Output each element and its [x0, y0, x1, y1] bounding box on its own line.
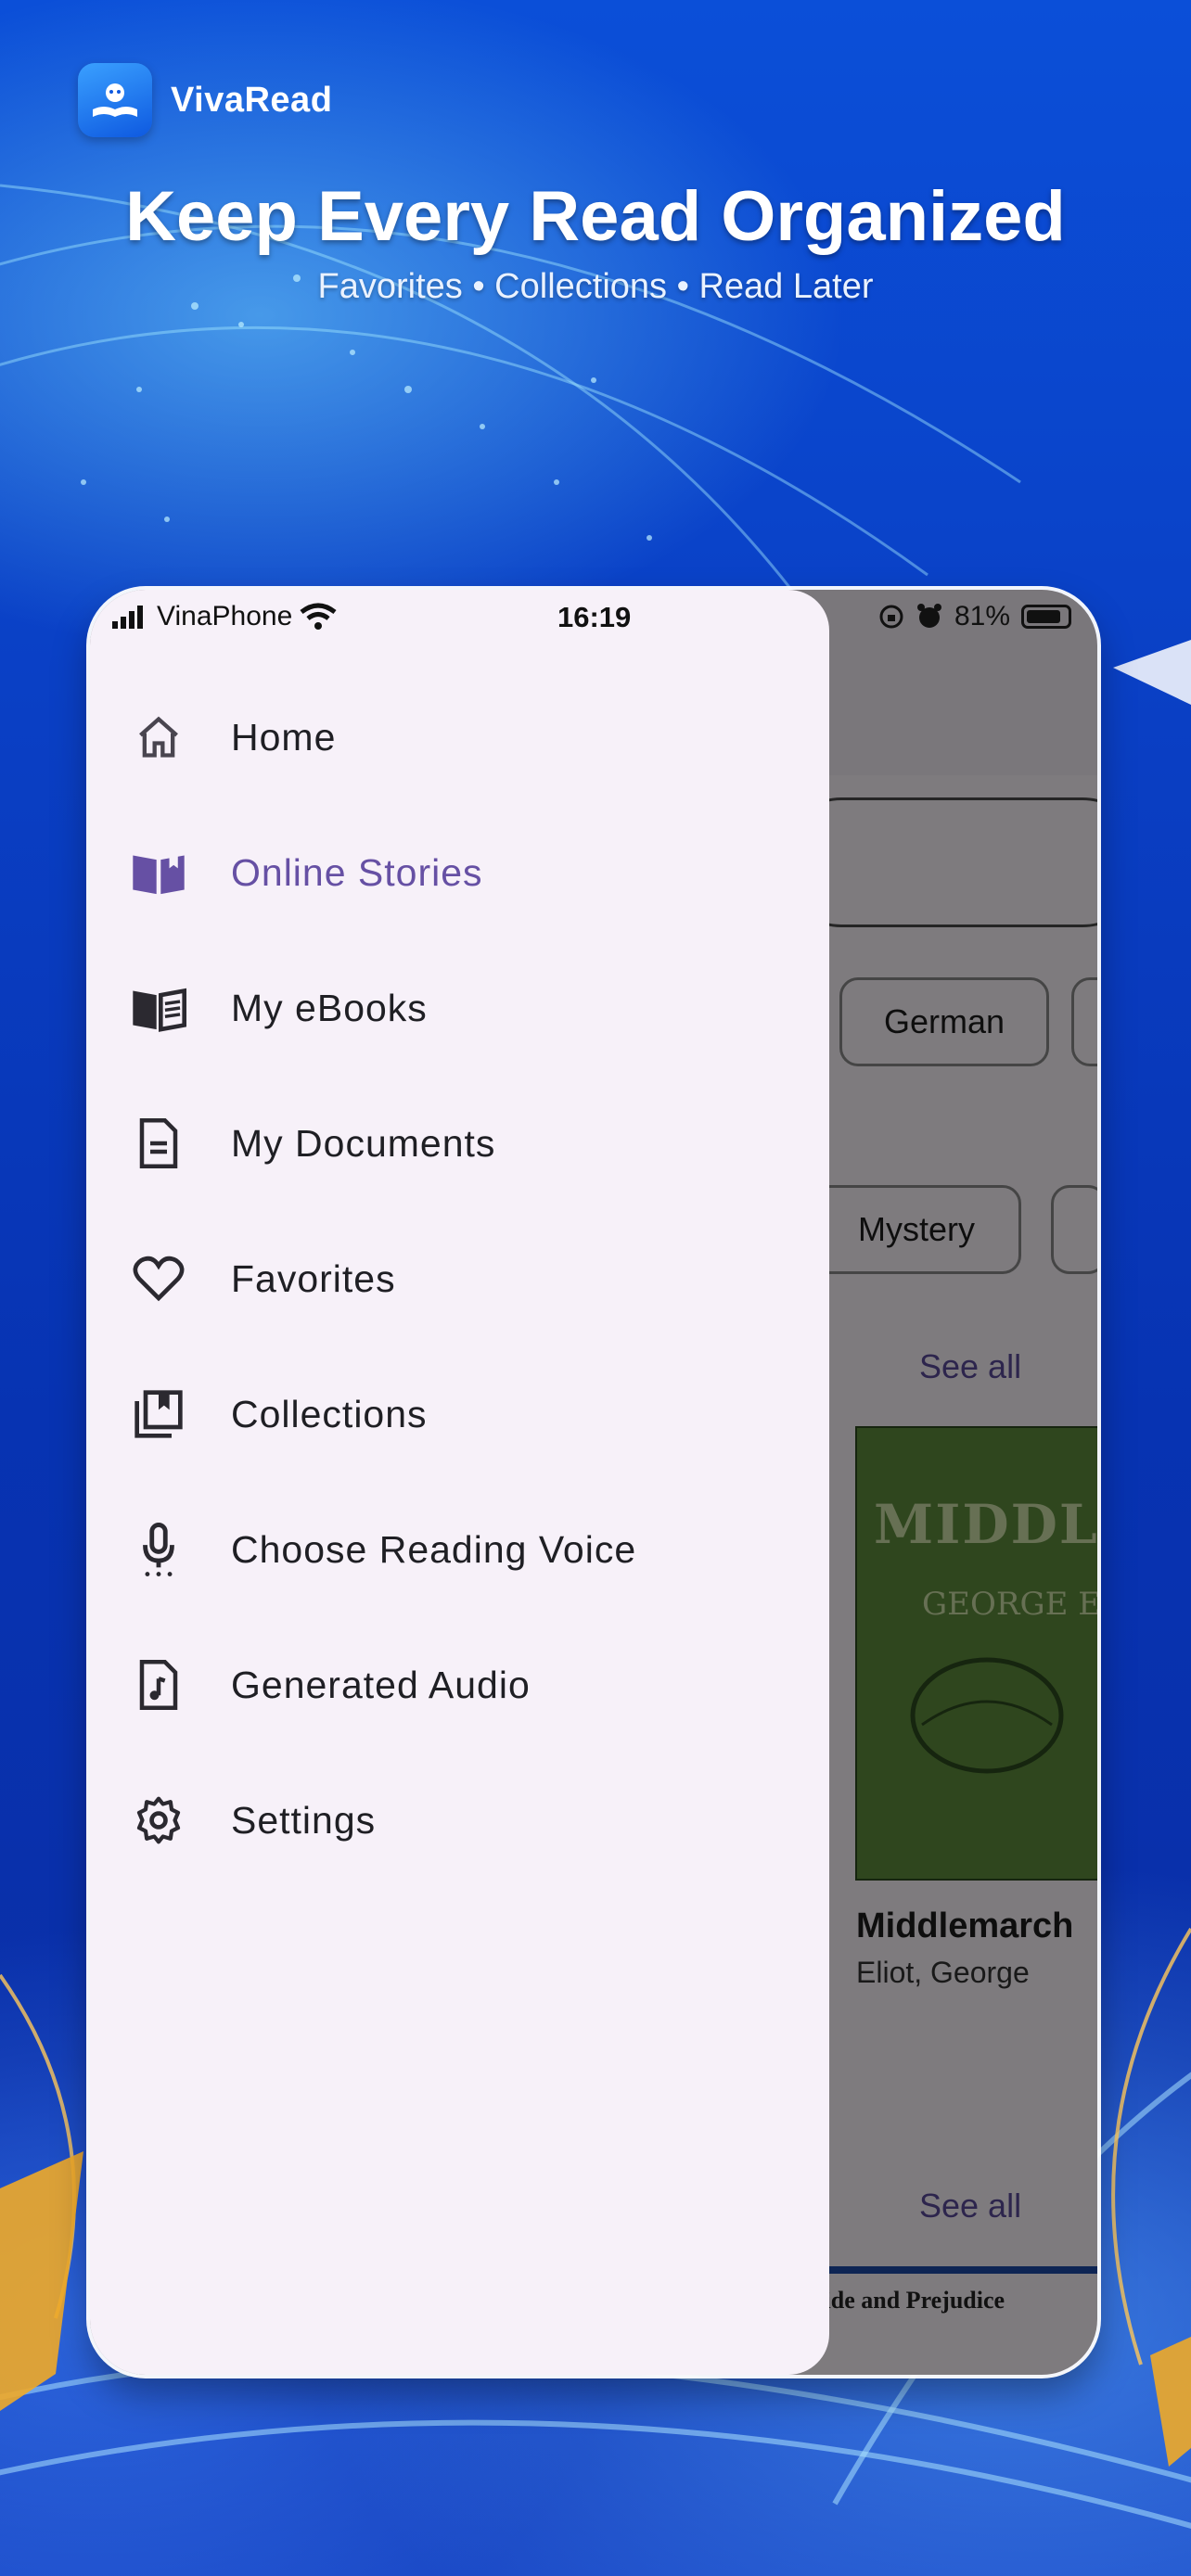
navigation-drawer: Home Online Stories My eBooks My Documen…: [90, 590, 829, 2375]
drawer-item-label: My eBooks: [231, 986, 428, 1029]
drawer-item-online-stories[interactable]: Online Stories: [90, 805, 829, 940]
signal-icon: [112, 606, 143, 629]
drawer-item-settings[interactable]: Settings: [90, 1753, 829, 1888]
rotation-lock-icon: [879, 605, 903, 629]
drawer-item-label: Favorites: [231, 1256, 396, 1300]
wifi-icon: [300, 603, 337, 630]
drawer-item-my-documents[interactable]: My Documents: [90, 1076, 829, 1211]
battery-percent: 81%: [954, 601, 1010, 631]
drawer-item-home[interactable]: Home: [90, 670, 829, 805]
gear-icon: [131, 1792, 186, 1848]
drawer-item-label: Collections: [231, 1392, 428, 1435]
document-icon: [131, 1116, 186, 1171]
battery-icon: [1021, 605, 1071, 629]
marketing-headline: Keep Every Read Organized: [125, 177, 1066, 256]
drawer-item-label: Online Stories: [231, 850, 483, 894]
heart-icon: [131, 1251, 186, 1307]
drawer-item-label: My Documents: [231, 1121, 496, 1165]
status-time: 16:19: [557, 601, 632, 633]
drawer-item-generated-audio[interactable]: Generated Audio: [90, 1617, 829, 1753]
home-icon: [131, 709, 186, 765]
drawer-item-choose-reading-voice[interactable]: Choose Reading Voice: [90, 1482, 829, 1617]
microphone-icon: [131, 1522, 186, 1577]
audio-file-icon: [131, 1657, 186, 1713]
phone-screen: German Mystery See all MIDDLEMAR GEORGE …: [90, 590, 1097, 2375]
drawer-menu: Home Online Stories My eBooks My Documen…: [90, 670, 829, 1888]
app-logo-icon: [78, 63, 152, 137]
carrier-name: VinaPhone: [157, 601, 293, 631]
open-book-icon: [131, 845, 186, 900]
carrier-info: VinaPhone: [112, 601, 337, 632]
alarm-icon: [916, 604, 941, 628]
drawer-item-label: Home: [231, 715, 337, 759]
status-right: 81%: [878, 601, 1071, 632]
drawer-item-label: Settings: [231, 1798, 377, 1842]
drawer-item-collections[interactable]: Collections: [90, 1346, 829, 1482]
marketing-subline: Favorites • Collections • Read Later: [317, 267, 874, 306]
app-name: VivaRead: [171, 80, 333, 120]
drawer-item-favorites[interactable]: Favorites: [90, 1211, 829, 1346]
book-icon: [131, 980, 186, 1036]
drawer-item-label: Choose Reading Voice: [231, 1527, 637, 1571]
drawer-item-label: Generated Audio: [231, 1663, 531, 1706]
drawer-item-my-ebooks[interactable]: My eBooks: [90, 940, 829, 1076]
brand: VivaRead: [78, 63, 332, 137]
bookmark-stack-icon: [131, 1386, 186, 1442]
status-bar: VinaPhone 16:19 81%: [90, 590, 1097, 651]
